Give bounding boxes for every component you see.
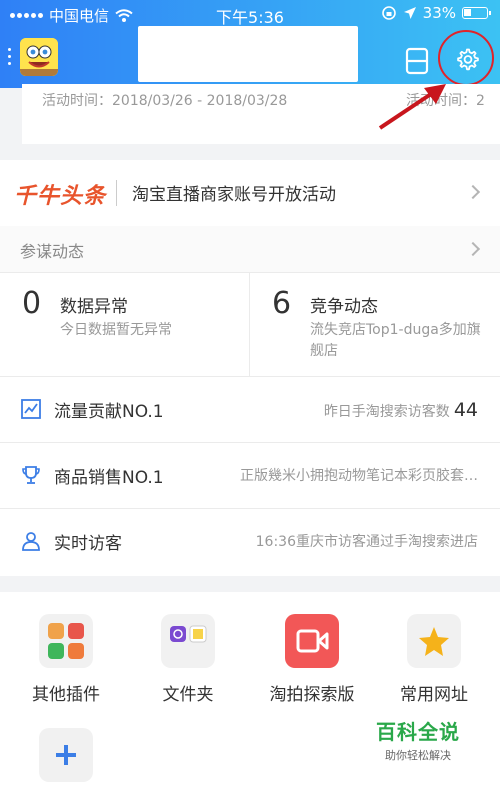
tool-common-urls[interactable]: 常用网址	[374, 614, 494, 705]
battery-icon	[462, 7, 491, 19]
switch-account-icon[interactable]	[400, 44, 434, 78]
strategy-header[interactable]: 参谋动态	[0, 226, 500, 272]
stat-number: 0	[22, 286, 42, 321]
stat-data-anomaly[interactable]: 0 数据异常 今日数据暂无异常	[0, 272, 250, 376]
rank-row-traffic[interactable]: 流量贡献NO.1 昨日手淘搜索访客数 44	[0, 376, 500, 442]
rank-value: 16:36重庆市访客通过手淘搜索进店	[256, 531, 478, 551]
stats-row: 0 数据异常 今日数据暂无异常 6 竞争动态 流失竞店Top1-duga多加旗舰…	[0, 272, 500, 376]
rank-value-text: 昨日手淘搜索访客数	[323, 404, 450, 420]
app-header: 中国电信 下午5:36 33%	[0, 0, 500, 88]
chevron-right-icon	[465, 184, 481, 200]
gear-icon	[457, 48, 479, 71]
location-arrow-icon	[403, 7, 416, 19]
news-title: 淘宝直播商家账号开放活动	[132, 185, 336, 205]
tool-label: 淘拍探索版	[269, 685, 355, 705]
rank-title: 实时访客	[54, 534, 122, 554]
more-menu-icon[interactable]	[8, 48, 11, 65]
tool-add[interactable]	[6, 728, 126, 782]
folder-icon	[161, 614, 215, 668]
rank-value: 正版幾米小拥抱动物笔记本彩页胶套…	[240, 465, 478, 485]
news-row[interactable]: 千牛头条 淘宝直播商家账号开放活动	[0, 160, 500, 226]
video-camera-icon	[285, 614, 339, 668]
red-arrow-annotation	[378, 84, 446, 130]
rank-value-number: 44	[453, 399, 478, 421]
strategy-title: 参谋动态	[20, 242, 85, 261]
rank-title: 流量贡献NO.1	[54, 402, 164, 422]
stat-competition[interactable]: 6 竞争动态 流失竞店Top1-duga多加旗舰店	[250, 272, 500, 376]
stat-label: 竞争动态	[310, 297, 378, 317]
divider	[116, 180, 117, 206]
rank-title: 商品销售NO.1	[54, 468, 164, 488]
tool-taopai[interactable]: 淘拍探索版	[252, 614, 372, 705]
rank-value: 昨日手淘搜索访客数 44	[324, 399, 478, 421]
stat-description: 流失竞店Top1-duga多加旗舰店	[310, 322, 481, 359]
activity-time: 活动时间：2018/03/26 - 2018/03/28	[42, 93, 288, 109]
rank-value-text: 正版幾米小拥抱动物笔记本彩页胶套…	[240, 468, 478, 484]
status-bar: 中国电信 下午5:36 33%	[0, 0, 500, 28]
trophy-icon	[22, 466, 40, 484]
settings-button[interactable]	[438, 30, 494, 86]
tool-label: 文件夹	[162, 685, 214, 705]
star-icon	[407, 614, 461, 668]
status-right: 33%	[381, 4, 491, 22]
tool-other-plugins[interactable]: 其他插件	[6, 614, 126, 705]
user-icon	[22, 532, 40, 551]
stat-number: 6	[272, 286, 292, 321]
qianniu-headline-logo: 千牛头条	[14, 184, 107, 209]
stat-description: 今日数据暂无异常	[60, 322, 172, 338]
tool-folder[interactable]: 文件夹	[128, 614, 248, 705]
watermark-subtitle: 助你轻松解决	[385, 749, 451, 762]
avatar[interactable]	[20, 38, 58, 76]
add-icon	[39, 728, 93, 782]
search-box[interactable]	[138, 26, 358, 82]
trend-chart-icon	[21, 399, 41, 419]
stat-label: 数据异常	[60, 297, 128, 317]
rotation-lock-icon	[381, 6, 396, 20]
battery-percent: 33%	[422, 4, 456, 22]
tool-label: 其他插件	[32, 685, 100, 705]
watermark: 百科全说 助你轻松解决	[376, 716, 460, 763]
rank-row-visitors[interactable]: 实时访客 16:36重庆市访客通过手淘搜索进店	[0, 508, 500, 574]
dashboard-main: 千牛头条 淘宝直播商家账号开放活动 参谋动态 0 数据异常 今日数据暂无异常 6…	[0, 160, 500, 576]
chevron-right-icon	[465, 241, 481, 257]
tool-label: 常用网址	[400, 685, 468, 705]
watermark-title: 百科全说	[376, 720, 460, 744]
rank-value-text: 16:36重庆市访客通过手淘搜索进店	[255, 534, 478, 550]
rank-row-sales[interactable]: 商品销售NO.1 正版幾米小拥抱动物笔记本彩页胶套…	[0, 442, 500, 508]
plugins-icon	[39, 614, 93, 668]
